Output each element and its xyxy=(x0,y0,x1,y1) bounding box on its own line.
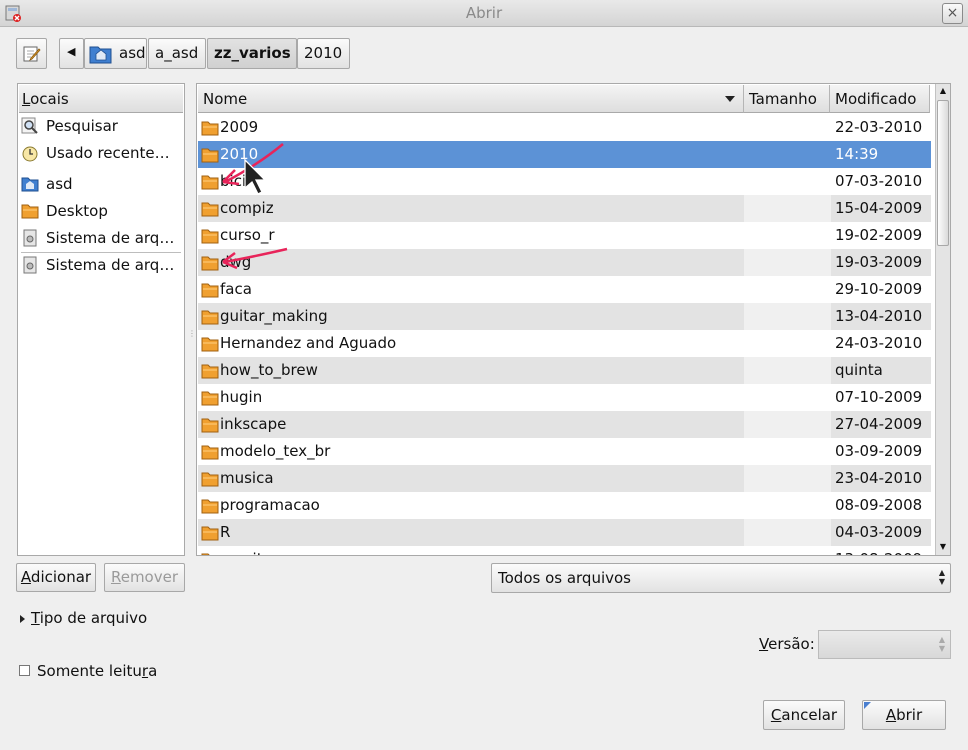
button-label: brir xyxy=(896,706,923,724)
file-list-scrollbar[interactable]: ▲ ▼ xyxy=(935,84,950,555)
place-recent[interactable]: Usado recente… xyxy=(18,140,184,167)
updown-arrows-icon: ▲ ▼ xyxy=(938,568,945,586)
place-search[interactable]: Pesquisar xyxy=(18,113,184,140)
file-filter-select[interactable]: Todos os arquivos ▲ ▼ xyxy=(491,563,951,593)
updown-arrows-icon: ▲ ▼ xyxy=(938,635,945,653)
version-select[interactable]: ▲ ▼ xyxy=(818,630,951,659)
file-filter-value: Todos os arquivos xyxy=(498,569,631,587)
mnemonic: T xyxy=(31,609,40,627)
place-label: Desktop xyxy=(46,202,108,220)
crumb-label: 2010 xyxy=(304,44,343,62)
cancel-button[interactable]: Cancelar xyxy=(763,700,845,730)
button-label: emover xyxy=(120,568,179,586)
version-label-text: ersão: xyxy=(768,635,815,653)
file-type-expander[interactable]: Tipo de arquivo xyxy=(20,607,147,629)
search-icon xyxy=(21,117,38,134)
place-label: Usado recente… xyxy=(46,144,170,162)
home-folder-icon xyxy=(89,46,112,64)
crumb-label: a_asd xyxy=(155,44,199,62)
mnemonic: V xyxy=(759,635,769,653)
desktop-icon xyxy=(21,204,39,219)
crumb-a-asd[interactable]: a_asd xyxy=(148,38,206,69)
place-home[interactable]: asd xyxy=(18,171,184,198)
expander-label: ipo de arquivo xyxy=(39,609,148,627)
mnemonic: A xyxy=(20,568,31,586)
recent-icon xyxy=(22,146,38,162)
edit-pencil-icon xyxy=(23,46,41,62)
places-header-mnemonic: L xyxy=(22,90,31,108)
add-bookmark-button[interactable]: Adicionar xyxy=(16,563,96,592)
crumb-asd[interactable]: asd xyxy=(84,38,147,69)
default-button-marker xyxy=(864,702,871,709)
mnemonic: A xyxy=(885,706,897,724)
home-folder-icon xyxy=(21,177,39,192)
scroll-up-arrow-icon[interactable]: ▲ xyxy=(936,84,950,98)
mnemonic: C xyxy=(770,706,782,724)
remove-bookmark-button[interactable]: Remover xyxy=(104,563,185,592)
place-desktop[interactable]: Desktop xyxy=(18,198,184,225)
places-header-label: ocais xyxy=(30,90,69,108)
expander-arrow-icon xyxy=(20,614,25,623)
scroll-down-arrow-icon[interactable]: ▼ xyxy=(936,540,950,554)
chevron-left-icon: ◀ xyxy=(67,45,76,58)
place-filesystem-2[interactable]: Sistema de arq… xyxy=(18,252,184,279)
path-scroll-left-button[interactable]: ◀ xyxy=(59,38,84,69)
window-title: Abrir xyxy=(465,4,503,22)
open-button[interactable]: Abrir xyxy=(862,700,946,730)
place-label: Sistema de arq… xyxy=(46,256,175,274)
readonly-text: Somente leitu xyxy=(37,662,142,680)
readonly-label[interactable]: Somente leitura xyxy=(37,660,157,682)
crumb-label: zz_varios xyxy=(214,44,291,62)
type-location-button[interactable] xyxy=(16,38,47,69)
drive-icon xyxy=(23,229,37,247)
place-label: Sistema de arq… xyxy=(46,229,175,247)
scrollbar-thumb[interactable] xyxy=(937,100,949,246)
close-icon: × xyxy=(946,5,959,21)
readonly-checkbox[interactable] xyxy=(19,665,30,676)
crumb-2010[interactable]: 2010 xyxy=(297,38,350,69)
close-button[interactable]: × xyxy=(942,3,963,24)
annotation-arrow xyxy=(224,247,288,264)
place-label: Pesquisar xyxy=(46,117,118,135)
crumb-zz-varios[interactable]: zz_varios xyxy=(207,38,297,69)
place-label: asd xyxy=(46,175,73,193)
place-filesystem-1[interactable]: Sistema de arq… xyxy=(18,225,184,252)
button-label: dicionar xyxy=(30,568,92,586)
button-label: ancelar xyxy=(781,706,838,724)
file-list: Nome Tamanho Modificado 2009 22-03-2010 20… xyxy=(196,83,951,556)
title-bar: Abrir × xyxy=(0,0,968,27)
mnemonic: R xyxy=(110,568,121,586)
readonly-text-end: a xyxy=(148,662,158,680)
pane-resize-handle[interactable]: ⋮ xyxy=(188,330,196,348)
version-label: Versão: xyxy=(759,633,815,655)
crumb-label: asd xyxy=(119,44,146,62)
places-panel: Locais Pesquisar Usado recente… asd Desk… xyxy=(17,83,185,556)
annotation-arrows xyxy=(222,143,288,270)
places-header[interactable]: Locais xyxy=(19,85,183,113)
drive-icon xyxy=(23,256,37,274)
